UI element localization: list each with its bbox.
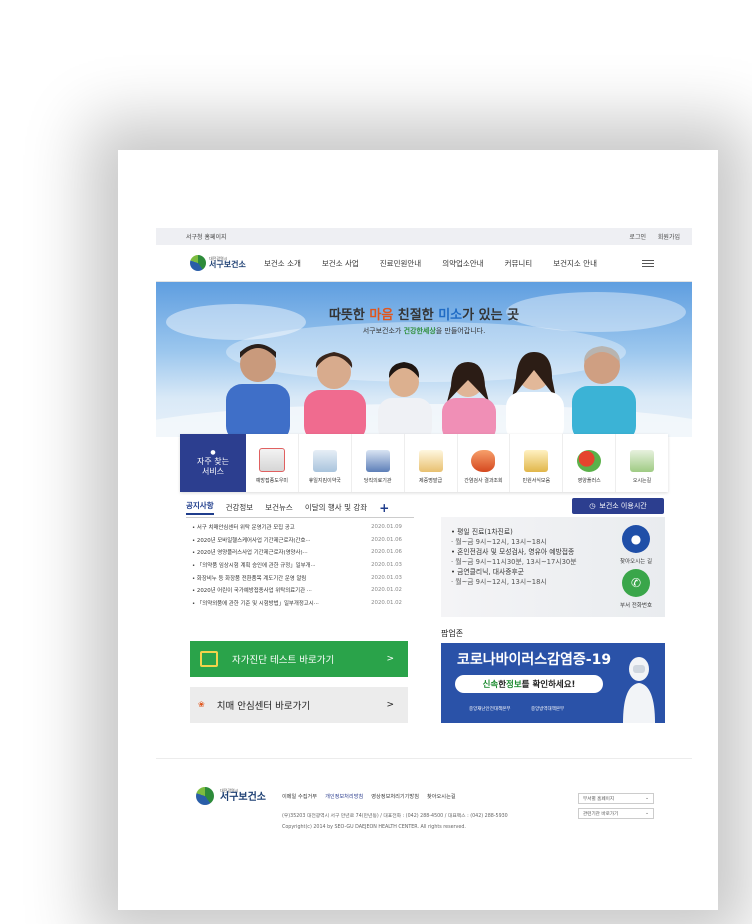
list-item[interactable]: • 서구 치매안심센터 위탁 운영기관 모집 공고 2020.01.09 — [192, 521, 402, 534]
logo-mark-icon — [190, 255, 206, 271]
join-link[interactable]: 회원가입 — [658, 234, 680, 241]
quick-services-title: ● 자주 찾는 서비스 — [180, 434, 246, 492]
menu-item-community[interactable]: 커뮤니티 — [505, 258, 533, 269]
seogu-homepage-link[interactable]: 서구청 홈페이지 — [186, 232, 227, 241]
popup-org-1: 중앙재난안전대책본부 — [469, 707, 511, 712]
covid-popup-banner[interactable]: 코로나바이러스감염증-19 신속 한 정보 를 확인하세요! 중앙재난안전대책본부 … — [441, 643, 665, 723]
tab-divider — [186, 517, 414, 518]
quick-holiday-pharmacy[interactable]: 휴일지킴이약국 — [299, 434, 352, 492]
list-item[interactable]: • 화장비누 등 화장품 전환품목 계도기간 운영 알림 2020.01.03 — [192, 571, 402, 584]
selftest-button[interactable]: 자가진단 테스트 바로가기 > — [190, 641, 408, 677]
site-footer: 대전광역시 서구보건소 이메일 수집거부 개인정보처리방침 영상정보처리기기방침… — [156, 758, 692, 876]
syringe-icon — [258, 448, 285, 472]
hours-panel: • 평일 진료(1차진료) · 월~금 9시~12시, 13시~18시 • 혼인… — [441, 517, 665, 617]
footer-link-privacy[interactable]: 개인정보처리방침 — [325, 793, 363, 800]
tab-notice[interactable]: 공지사항 — [186, 500, 214, 515]
hamburger-menu-icon[interactable] — [642, 259, 654, 267]
list-item[interactable]: • 2020년 어린이 국가예방접종사업 위탁의료기관 ··· 2020.01.0… — [192, 584, 402, 597]
popup-headline: 코로나바이러스감염증-19 — [457, 652, 612, 668]
quick-hepatitis-result[interactable]: 간염검사 결과조회 — [458, 434, 511, 492]
menu-item-pharmacy[interactable]: 의약업소안내 — [442, 258, 483, 269]
menu-item-projects[interactable]: 보건소 사업 — [322, 258, 359, 269]
quick-vaccination[interactable]: 예방접종도우미 — [246, 434, 299, 492]
map-pin-icon[interactable]: ● — [622, 525, 650, 553]
quick-directions[interactable]: 오시는길 — [616, 434, 668, 492]
main-navigation: 대전광역시 서구보건소 보건소 소개 보건소 사업 진료민원안내 의약업소안내 … — [156, 245, 692, 282]
chevron-down-icon: ⌄ — [645, 796, 649, 801]
tab-news[interactable]: 보건뉴스 — [265, 502, 293, 513]
popup-slogan: 신속 한 정보 를 확인하세요! — [455, 675, 603, 693]
list-item[interactable]: • 「의약외품에 관한 기준 및 시험방법」일부개정고시··· 2020.01.0… — [192, 597, 402, 610]
hero-title: 따뜻한 마음 친절한 미소가 있는 곳 — [328, 308, 520, 323]
directions-label[interactable]: 찾아오시는 길 — [613, 557, 659, 565]
tab-events[interactable]: 이달의 행사 및 강좌 — [305, 502, 367, 513]
footer-link-email[interactable]: 이메일 수집거부 — [282, 793, 317, 800]
board-tabs: 공지사항 건강정보 보건뉴스 이달의 행사 및 강좌 + — [186, 500, 406, 515]
quick-duty-clinic[interactable]: 당직의료기관 — [352, 434, 405, 492]
menu-item-civil[interactable]: 진료민원안내 — [380, 258, 421, 269]
hero-banner: 따뜻한 마음 친절한 미소가 있는 곳 서구보건소가 건강한세상을 만들어갑니다… — [156, 282, 692, 437]
menu-item-branch[interactable]: 보건지소 안내 — [553, 258, 597, 269]
protective-suit-figure — [623, 657, 655, 723]
quick-services: ● 자주 찾는 서비스 예방접종도우미 휴일지킴이약국 당직의료기관 제증명발급… — [180, 434, 668, 492]
gnb-menu: 보건소 소개 보건소 사업 진료민원안내 의약업소안내 커뮤니티 보건지소 안내 — [264, 258, 618, 269]
menu-item-about[interactable]: 보건소 소개 — [264, 258, 301, 269]
footer-link-location[interactable]: 찾아오시는길 — [427, 793, 456, 800]
lock-icon — [200, 651, 218, 667]
pharmacy-icon — [312, 450, 337, 472]
arrow-right-icon: > — [386, 654, 394, 664]
vegetables-icon — [577, 450, 602, 472]
footer-link-cctv[interactable]: 영상정보처리기기방침 — [371, 793, 419, 800]
quick-nutrition[interactable]: 영양플러스 — [563, 434, 617, 492]
quick-forms[interactable]: 민원서식모음 — [510, 434, 564, 492]
popup-org-2: 중앙방역대책본부 — [531, 707, 565, 712]
logo-name: 서구보건소 — [209, 260, 246, 269]
map-icon — [630, 450, 655, 472]
hours-text: • 평일 진료(1차진료) · 월~금 9시~12시, 13시~18시 • 혼인… — [451, 528, 577, 587]
dept-homepage-select[interactable]: 부서별 홈페이지 ⌄ — [578, 793, 654, 804]
logo-mark-icon — [196, 787, 214, 805]
family-photo — [226, 344, 636, 437]
phone-icon[interactable]: ✆ — [622, 569, 650, 597]
footer-logo: 대전광역시 서구보건소 — [196, 787, 266, 805]
document-icon — [418, 450, 443, 472]
clock-icon: ◷ — [589, 502, 596, 510]
list-item[interactable]: • 2020년 모바일헬스케어사업 기간제근로자(간호··· 2020.01.06 — [192, 534, 402, 547]
footer-links: 이메일 수집거부 개인정보처리방침 영상정보처리기기방침 찾아오시는길 — [282, 793, 464, 800]
list-item[interactable]: • 「의약품 임상시험 계획 승인에 관한 규정」일부개··· 2020.01.0… — [192, 559, 402, 572]
site-logo[interactable]: 대전광역시 서구보건소 — [190, 255, 260, 271]
hours-button[interactable]: ◷ 보건소 이용시간 — [572, 498, 664, 514]
top-utility-bar: 서구청 홈페이지 로그인 회원가입 — [156, 228, 692, 245]
dementia-center-button[interactable]: ❀ 치매 안심센터 바로가기 > — [190, 687, 408, 723]
liver-icon — [471, 450, 496, 472]
footer-address: (우)35203 대전광역시 서구 만년로 74(만년동) / 대표전화 : (… — [282, 814, 508, 831]
chevron-down-icon: ⌄ — [645, 811, 649, 816]
dementia-center-logo: ❀ — [198, 699, 205, 709]
hospital-icon — [365, 450, 390, 472]
more-plus-icon[interactable]: + — [379, 501, 389, 515]
arrow-right-icon: > — [386, 700, 394, 710]
quick-certificate[interactable]: 제증명발급 — [405, 434, 458, 492]
related-sites-select[interactable]: 관련기관 바로가기 ⌄ — [578, 808, 654, 819]
dept-phone-label[interactable]: 부서 전화번호 — [613, 601, 659, 609]
tab-health-info[interactable]: 건강정보 — [226, 502, 254, 513]
notice-list: • 서구 치매안심센터 위탁 운영기관 모집 공고 2020.01.09 • 20… — [192, 521, 402, 609]
popup-zone-title: 팝업존 — [441, 629, 464, 638]
homepage-screenshot: 서구청 홈페이지 로그인 회원가입 대전광역시 서구보건소 보건소 소개 보건소… — [156, 228, 692, 876]
list-item[interactable]: • 2020년 영양플러스사업 기간제근로자(영양사)··· 2020.01.06 — [192, 546, 402, 559]
login-link[interactable]: 로그인 — [629, 234, 646, 241]
magnifier-icon — [524, 450, 549, 472]
